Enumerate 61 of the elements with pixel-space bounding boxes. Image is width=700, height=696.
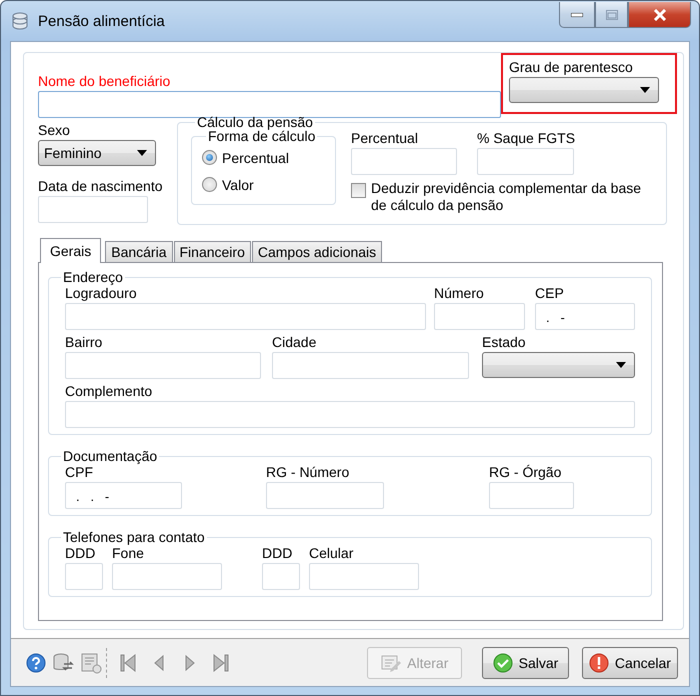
field-label: Cidade: [272, 334, 318, 350]
group-title: Documentação: [62, 448, 158, 464]
field-label: Fone: [112, 545, 145, 561]
field-label: Número: [434, 285, 485, 301]
field-label: DDD: [262, 545, 294, 561]
group-title: Telefones para contato: [62, 529, 206, 545]
dropdown-arrow-icon: [616, 362, 626, 368]
last-record-icon[interactable]: [212, 654, 229, 672]
dropdown-arrow-icon: [640, 87, 650, 93]
action-button[interactable]: Cancelar: [582, 646, 678, 678]
selected-value: Feminino: [44, 145, 102, 161]
tab[interactable]: Gerais: [40, 238, 102, 263]
field-label: CEP: [535, 285, 565, 301]
field-label: Celular: [309, 545, 354, 561]
radio-option[interactable]: Percentual: [202, 144, 327, 171]
dropdown[interactable]: [509, 77, 659, 103]
field-label: Bairro: [65, 334, 104, 350]
field-label: DDD: [65, 545, 96, 561]
database-icon: [10, 11, 30, 31]
field-label: Data de nascimento: [38, 178, 164, 194]
warning-icon: [588, 652, 609, 672]
window-title: Pensão alimentícia: [38, 12, 165, 30]
field-label: RG - Número: [266, 464, 350, 480]
tab[interactable]: Bancária: [105, 241, 172, 263]
help-icon[interactable]: [25, 652, 46, 674]
checkbox-label: Deduzir previdência complementar da base de cálculo da pensão: [371, 180, 642, 214]
field-label: CPF: [65, 464, 94, 480]
field-label: RG - Órgão: [489, 464, 562, 480]
edit-form-icon: [381, 654, 402, 672]
checkbox[interactable]: [351, 183, 366, 198]
field-label: Logradouro: [65, 285, 138, 301]
first-record-icon[interactable]: [120, 654, 136, 672]
input-field[interactable]: . . -: [65, 482, 182, 509]
group-title: Forma de cálculo: [207, 128, 316, 144]
tab[interactable]: Campos adicionais: [252, 241, 382, 263]
group-title: Endereço: [62, 269, 124, 285]
minimize-button[interactable]: [559, 2, 595, 28]
tab[interactable]: Financeiro: [174, 241, 251, 263]
input-field[interactable]: [38, 91, 501, 118]
maximize-icon: [606, 10, 618, 20]
form-icon[interactable]: [80, 652, 102, 674]
input-field[interactable]: . -: [535, 303, 635, 330]
field-label: % Saque FGTS: [477, 130, 574, 146]
field-label: Percentual: [351, 130, 419, 146]
field-label: Nome do beneficiário: [38, 73, 172, 89]
close-icon: [652, 8, 666, 20]
dropdown[interactable]: Feminino: [38, 140, 156, 166]
close-button[interactable]: [628, 2, 691, 28]
dropdown[interactable]: [482, 352, 635, 378]
dropdown-arrow-icon: [137, 150, 147, 156]
action-button[interactable]: Salvar: [482, 646, 569, 678]
radio-option[interactable]: Valor: [202, 171, 327, 198]
check-icon: [492, 652, 513, 672]
minimize-icon: [571, 12, 583, 16]
field-label: Grau de parentesco: [509, 59, 634, 75]
database-sync-icon[interactable]: [52, 652, 74, 674]
maximize-button[interactable]: [595, 2, 628, 28]
group-title: Cálculo da pensão: [196, 114, 314, 130]
field-label: Complemento: [65, 383, 154, 399]
field-label: Estado: [482, 334, 527, 350]
field-label: Sexo: [38, 122, 71, 138]
